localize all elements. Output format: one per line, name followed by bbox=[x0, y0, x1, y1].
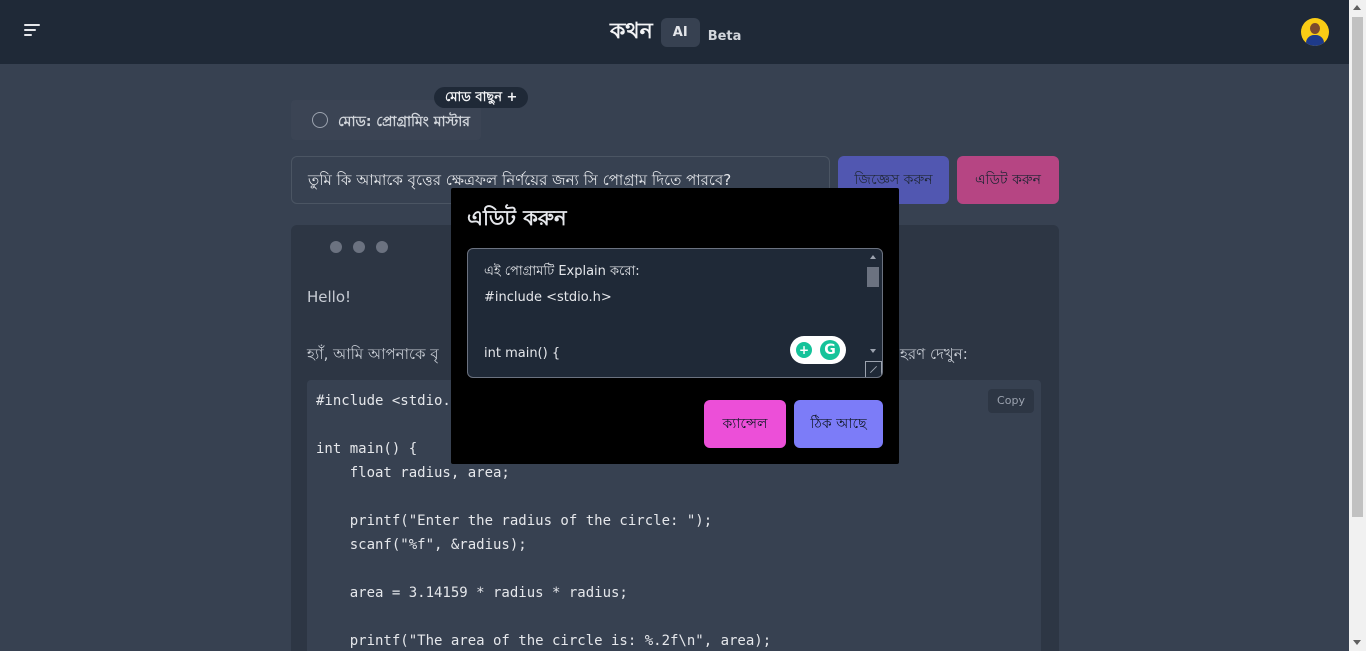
response-greeting: Hello! bbox=[307, 288, 352, 306]
menu-icon[interactable] bbox=[24, 24, 40, 40]
textarea-scroll-down-icon[interactable] bbox=[870, 349, 876, 353]
grammarly-logo-icon: G bbox=[820, 340, 840, 360]
cancel-button[interactable]: ক্যান্সেল bbox=[704, 400, 786, 448]
brand-ai-badge: AI bbox=[660, 17, 700, 47]
resize-handle-icon[interactable] bbox=[865, 361, 882, 377]
response-intro-end: হরণ দেখুন: bbox=[900, 345, 968, 363]
mode-current-label: মোড: প্রোগ্রামিং মাস্টার bbox=[338, 114, 471, 130]
response-intro: হ্যাঁ, আমি আপনাকে বৃ bbox=[307, 345, 439, 363]
avatar-head bbox=[1310, 23, 1320, 34]
textarea-line: এই পোগ্রামটি Explain করো: bbox=[484, 264, 640, 279]
textarea-scroll-thumb[interactable] bbox=[867, 267, 879, 287]
textarea-line: #include <stdio.h> bbox=[484, 290, 612, 305]
edit-textarea[interactable]: এই পোগ্রামটি Explain করো: #include <stdi… bbox=[467, 248, 883, 378]
textarea-line: int main() { bbox=[484, 346, 561, 361]
typing-dots-icon bbox=[330, 241, 399, 253]
brand-logo[interactable]: কথন AI Beta bbox=[610, 16, 741, 48]
ok-button[interactable]: ঠিক আছে bbox=[794, 400, 883, 448]
scroll-thumb[interactable] bbox=[1352, 17, 1363, 517]
scroll-down-arrow-icon[interactable] bbox=[1353, 640, 1361, 645]
brand-name: কথন bbox=[610, 18, 653, 44]
edit-button[interactable]: এডিট করুন bbox=[957, 156, 1059, 204]
grammarly-icon[interactable]: + G bbox=[790, 336, 846, 364]
mode-radio[interactable] bbox=[312, 112, 328, 128]
edit-modal: এডিট করুন এই পোগ্রামটি Explain করো: #inc… bbox=[451, 188, 899, 464]
modal-title: এডিট করুন bbox=[467, 206, 567, 230]
top-header: কথন AI Beta bbox=[0, 0, 1349, 64]
brand-beta-label: Beta bbox=[707, 28, 742, 44]
copy-button[interactable]: Copy bbox=[988, 389, 1034, 413]
page-scrollbar[interactable] bbox=[1349, 0, 1366, 651]
user-avatar[interactable] bbox=[1301, 18, 1329, 46]
avatar-body bbox=[1306, 35, 1324, 46]
mode-select-button[interactable]: মোড বাছুন + bbox=[434, 87, 529, 108]
grammarly-bulb-icon: + bbox=[796, 342, 812, 358]
textarea-scroll-up-icon[interactable] bbox=[870, 255, 876, 259]
scroll-up-arrow-icon[interactable] bbox=[1353, 5, 1361, 10]
